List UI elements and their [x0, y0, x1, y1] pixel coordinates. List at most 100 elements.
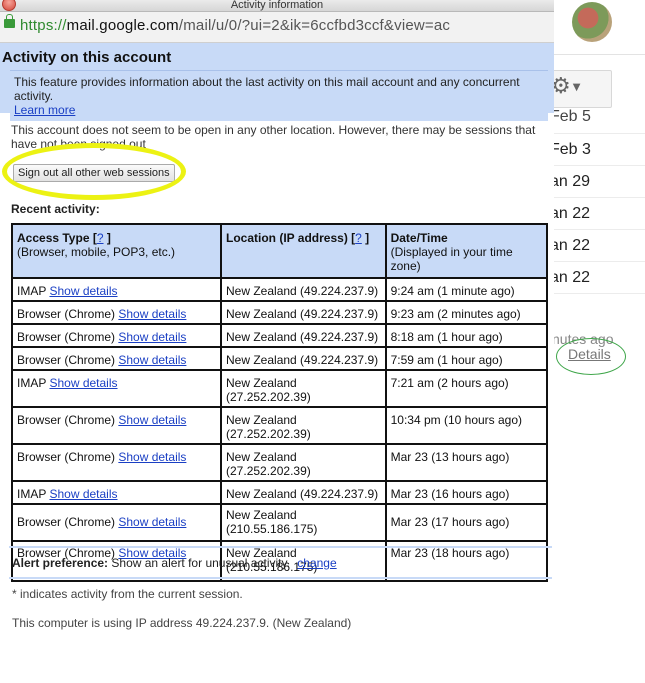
- window-title: Activity information: [230, 0, 324, 11]
- show-details-link[interactable]: Show details: [118, 450, 186, 464]
- location-cell: New Zealand (49.224.237.9): [220, 277, 387, 302]
- table-row: Browser (Chrome) Show details New Zealan…: [10, 503, 549, 542]
- access-type-cell: Browser (Chrome) Show details: [10, 503, 223, 542]
- location-cell: New Zealand (49.224.237.9): [220, 346, 387, 371]
- window-titlebar: Activity information: [0, 0, 554, 12]
- settings-button[interactable]: ⚙ ▼: [548, 70, 612, 108]
- access-type-cell: IMAP Show details: [10, 277, 223, 302]
- list-item-date: an 29: [546, 166, 645, 198]
- access-type-cell: Browser (Chrome) Show details: [10, 323, 223, 348]
- url-path: /mail/u/0/?ui=2&ik=6ccfbd3ccf&view=ac: [178, 17, 451, 34]
- time-cell: 7:21 am (2 hours ago): [384, 369, 549, 408]
- show-details-link[interactable]: Show details: [118, 330, 186, 344]
- info-banner: Activity on this account This feature pr…: [0, 43, 554, 121]
- access-type: Browser (Chrome): [17, 330, 116, 344]
- show-details-link[interactable]: Show details: [118, 515, 186, 529]
- highlight-circle: [2, 143, 186, 200]
- access-type: IMAP: [17, 284, 47, 298]
- header-label: Access Type [: [17, 231, 97, 245]
- list-item-date: Feb 5: [546, 108, 645, 134]
- list-item-date: an 22: [546, 198, 645, 230]
- access-type: Browser (Chrome): [17, 353, 116, 367]
- chevron-down-icon: ▼: [572, 81, 581, 93]
- show-details-link[interactable]: Show details: [49, 487, 117, 501]
- time-cell: Mar 23 (13 hours ago): [384, 443, 549, 482]
- url-scheme: https://: [20, 17, 67, 34]
- divider: [553, 54, 645, 55]
- time-cell: 9:24 am (1 minute ago): [384, 277, 549, 302]
- show-details-link[interactable]: Show details: [49, 284, 117, 298]
- show-details-link[interactable]: Show details: [118, 307, 186, 321]
- table-row: Browser (Chrome) Show details New Zealan…: [10, 323, 549, 348]
- access-type-cell: Browser (Chrome) Show details: [10, 406, 223, 445]
- access-type-cell: Browser (Chrome) Show details: [10, 346, 223, 371]
- time-cell: 10:34 pm (10 hours ago): [384, 406, 549, 445]
- lock-icon: [4, 14, 15, 28]
- table-row: Browser (Chrome) Show details New Zealan…: [10, 346, 549, 371]
- divider: [9, 546, 552, 548]
- access-type-cell: IMAP Show details: [10, 480, 223, 505]
- location-cell: New Zealand (49.224.237.9): [220, 323, 387, 348]
- change-alert-link[interactable]: change: [297, 556, 336, 570]
- access-type-cell: Browser (Chrome) Show details: [10, 300, 223, 325]
- address-bar[interactable]: https://mail.google.com/mail/u/0/?ui=2&i…: [0, 12, 554, 43]
- alert-preference: Alert preference: Show an alert for unus…: [12, 556, 337, 570]
- url-host: mail.google.com: [66, 17, 179, 34]
- time-cell: 8:18 am (1 hour ago): [384, 323, 549, 348]
- learn-more-link[interactable]: Learn more: [14, 103, 75, 117]
- table-row: IMAP Show details New Zealand (49.224.23…: [10, 480, 549, 505]
- url-text[interactable]: https://mail.google.com/mail/u/0/?ui=2&i…: [20, 17, 450, 34]
- header-sub: (Displayed in your time zone): [390, 245, 513, 273]
- time-cell: Mar 23 (17 hours ago): [384, 503, 549, 542]
- activity-window: Activity information https://mail.google…: [0, 0, 554, 683]
- access-type: Browser (Chrome): [17, 413, 116, 427]
- location-country: New Zealand: [226, 508, 297, 522]
- location-cell: New Zealand (27.252.202.39): [220, 443, 387, 482]
- access-type: Browser (Chrome): [17, 450, 116, 464]
- access-type: Browser (Chrome): [17, 515, 116, 529]
- header-label: Location (IP address) [: [226, 231, 356, 245]
- table-row: Browser (Chrome) Show details New Zealan…: [10, 406, 549, 445]
- location-cell: New Zealand (49.224.237.9): [220, 300, 387, 325]
- show-details-link[interactable]: Show details: [118, 413, 186, 427]
- access-type-cell: IMAP Show details: [10, 369, 223, 408]
- avatar[interactable]: [572, 2, 612, 42]
- page-title: Activity on this account: [2, 49, 172, 66]
- table-header-row: Access Type [? ] (Browser, mobile, POP3,…: [10, 223, 549, 279]
- access-type: Browser (Chrome): [17, 307, 116, 321]
- header-datetime: Date/Time (Displayed in your time zone): [384, 223, 549, 279]
- list-item-date: Feb 3: [546, 134, 645, 166]
- access-type: IMAP: [17, 487, 47, 501]
- table-row: IMAP Show details New Zealand (49.224.23…: [10, 277, 549, 302]
- ip-address-note: This computer is using IP address 49.224…: [12, 616, 352, 630]
- alert-preference-label: Alert preference:: [12, 556, 109, 570]
- location-cell: New Zealand (49.224.237.9): [220, 480, 387, 505]
- current-session-footnote: * indicates activity from the current se…: [12, 587, 243, 601]
- location-cell: New Zealand (27.252.202.39): [220, 406, 387, 445]
- banner-text: This feature provides information about …: [14, 75, 520, 103]
- alert-preference-text: Show an alert for unusual activity.: [111, 556, 290, 570]
- help-link[interactable]: ?: [355, 231, 362, 245]
- location-ip: (210.55.186.175): [226, 522, 318, 536]
- show-details-link[interactable]: Show details: [49, 376, 117, 390]
- header-label: ]: [103, 231, 111, 245]
- access-type: IMAP: [17, 376, 47, 390]
- location-cell: New Zealand (210.55.186.175): [220, 503, 387, 542]
- location-cell: New Zealand (27.252.202.39): [220, 369, 387, 408]
- divider: [9, 577, 552, 579]
- table-row: IMAP Show details New Zealand (27.252.20…: [10, 369, 549, 408]
- help-link[interactable]: ?: [97, 231, 104, 245]
- highlight-circle: [556, 338, 626, 375]
- table-row: Browser (Chrome) Show details New Zealan…: [10, 300, 549, 325]
- list-item-date: an 22: [546, 262, 645, 294]
- access-type-cell: Browser (Chrome) Show details: [10, 443, 223, 482]
- header-sub: (Browser, mobile, POP3, etc.): [17, 245, 176, 259]
- list-item-date: an 22: [546, 230, 645, 262]
- show-details-link[interactable]: Show details: [118, 353, 186, 367]
- time-cell: 7:59 am (1 hour ago): [384, 346, 549, 371]
- time-cell: 9:23 am (2 minutes ago): [384, 300, 549, 325]
- header-location: Location (IP address) [? ]: [220, 223, 387, 279]
- banner-description: This feature provides information about …: [10, 70, 548, 121]
- table-row: Browser (Chrome) Show details New Zealan…: [10, 443, 549, 482]
- header-access-type: Access Type [? ] (Browser, mobile, POP3,…: [10, 223, 223, 279]
